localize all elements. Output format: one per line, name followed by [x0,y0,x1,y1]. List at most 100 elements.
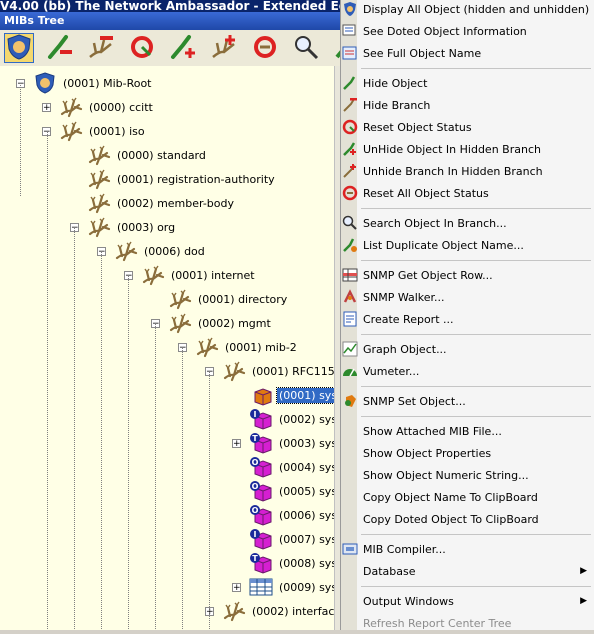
tree-node[interactable]: O (0006) sysL [232,503,334,527]
tree-node-label[interactable]: (0004) sysC [277,460,334,475]
menu-item-display-all-object-hidden-and-unhidden[interactable]: Display All Object (hidden and unhidden) [341,0,594,20]
menu-item-label: Output Windows [363,594,454,608]
menu-item-graph-object[interactable]: Graph Object... [341,338,594,360]
tree-node[interactable]: O (0004) sysC [232,455,334,479]
tree-node-label[interactable]: (0001) internet [169,268,257,283]
tree-node[interactable]: − (0001) Mib-Root [16,71,154,95]
menu-item-reset-object-status[interactable]: Reset Object Status [341,116,594,138]
menu-item-copy-object-name-to-clipboard[interactable]: Copy Object Name To ClipBoard [341,486,594,508]
tree-node-label[interactable]: (0006) sysL [277,508,334,523]
tree-node[interactable]: I (0002) sysO [232,407,334,431]
toolbar-hide-object-button[interactable] [45,33,75,63]
menu-item-label: Copy Object Name To ClipBoard [363,490,538,504]
tree-node-label[interactable]: (0001) directory [196,292,289,307]
reset-icon [128,33,156,64]
menu-item-reset-all-object-status[interactable]: Reset All Object Status [341,182,594,204]
submenu-arrow-icon: ▶ [580,566,587,576]
menu-item-mib-compiler[interactable]: MIB Compiler... [341,538,594,560]
menu-item-copy-doted-object-to-clipboard[interactable]: Copy Doted Object To ClipBoard [341,508,594,530]
tree-node[interactable]: O (0005) sysN [232,479,334,503]
tree-node-label[interactable]: (0001) Mib-Root [61,76,154,91]
toolbar-mib-root-button[interactable] [4,33,34,63]
tree-node[interactable]: − (0001) mib-2 [178,335,299,359]
tree-node-label[interactable]: (0009) sysO [277,580,334,595]
tree-node-label[interactable]: (0007) sysS [277,532,334,547]
tree-node-label[interactable]: (0001) iso [87,124,147,139]
tree-node[interactable]: T (0008) sysO [232,551,334,575]
menu-item-show-object-numeric-string[interactable]: Show Object Numeric String... [341,464,594,486]
branch-icon [87,144,111,166]
menu-item-unhide-object-in-hidden-branch[interactable]: UnHide Object In Hidden Branch [341,138,594,160]
menu-item-label: See Full Object Name [363,46,482,60]
menu-item-snmp-set-object[interactable]: SNMP Set Object... [341,390,594,412]
hide-branch-icon [342,97,358,113]
toolbar-hide-branch-button[interactable] [86,33,116,63]
tree-node[interactable]: −(0001) RFC1155- [205,359,334,383]
tree-node[interactable]: (0001) directory [151,287,289,311]
tree-node[interactable]: − (0006) dod [97,239,207,263]
expand-icon[interactable]: + [232,438,241,448]
menu-item-label: SNMP Set Object... [363,394,466,408]
tree-node[interactable]: − (0001) iso [42,119,147,143]
toolbar-search-button[interactable] [291,33,321,63]
tree-node[interactable]: I (0007) sysS [232,527,334,551]
cube-i-icon: I [249,528,273,550]
toolbar-reset-all-button[interactable] [250,33,280,63]
menu-item-show-object-properties[interactable]: Show Object Properties [341,442,594,464]
tree-node-label[interactable]: (0001) RFC1155- [250,364,334,379]
tree-guide-line [74,227,75,630]
tree-node[interactable]: (0002) member-body [70,191,236,215]
toolbar-unhide-object-button[interactable] [168,33,198,63]
tree-node[interactable]: − (0003) org [70,215,177,239]
expand-icon[interactable]: + [232,582,241,592]
menu-item-hide-branch[interactable]: Hide Branch [341,94,594,116]
menu-item-see-full-object-name[interactable]: See Full Object Name [341,42,594,64]
tree-node-label[interactable]: (0003) sysU [277,436,334,451]
full-name-icon [342,45,358,61]
menu-item-output-windows[interactable]: Output Windows ▶ [341,590,594,612]
toolbar-reset-button[interactable] [127,33,157,63]
tree-guide-line [128,275,129,630]
tree-node-label[interactable]: (0002) member-body [115,196,236,211]
tree-node-label[interactable]: (0000) standard [115,148,208,163]
tree-node-label[interactable]: (0002) sysO [277,412,334,427]
tree-node-label[interactable]: (0001) sysD [276,386,334,404]
menu-item-show-attached-mib-file[interactable]: Show Attached MIB File... [341,420,594,442]
menu-item-list-duplicate-object-name[interactable]: List Duplicate Object Name... [341,234,594,256]
tree-node[interactable]: (0000) standard [70,143,208,167]
tree-node[interactable]: − (0002) mgmt [151,311,273,335]
branch-icon [195,336,219,358]
tree-node-label[interactable]: (0000) ccitt [87,100,155,115]
menu-item-refresh-report-center-tree: Refresh Report Center Tree [341,612,594,634]
tree-node-label[interactable]: (0002) interfaces [250,604,334,619]
menu-item-vumeter[interactable]: Vumeter... [341,360,594,382]
expand-icon[interactable]: + [42,102,51,112]
menu-item-label: MIB Compiler... [363,542,446,556]
menu-item-hide-object[interactable]: Hide Object [341,72,594,94]
menu-item-see-doted-object-information[interactable]: See Doted Object Information [341,20,594,42]
tree-node[interactable]: + T (0003) sysU [232,431,334,455]
tree-node-label[interactable]: (0001) registration-authority [115,172,277,187]
tree-node-label[interactable]: (0006) dod [142,244,207,259]
tree-node-label[interactable]: (0008) sysO [277,556,334,571]
menu-item-create-report[interactable]: Create Report ... [341,308,594,330]
menu-item-snmp-walker[interactable]: SNMP Walker... [341,286,594,308]
menu-item-database[interactable]: Database ▶ [341,560,594,582]
tree-node[interactable]: (0001) sysD [232,383,334,407]
tree-node-label[interactable]: (0002) mgmt [196,316,273,331]
toolbar-unhide-branch-button[interactable] [209,33,239,63]
tree-node-label[interactable]: (0001) mib-2 [223,340,299,355]
tree-node[interactable]: (0001) registration-authority [70,167,277,191]
tree-node-label[interactable]: (0003) org [115,220,177,235]
tree-node[interactable]: − (0001) internet [124,263,257,287]
menu-item-snmp-get-object-row[interactable]: SNMP Get Object Row... [341,264,594,286]
branch-icon [87,192,111,214]
tree-guide-line [101,251,102,630]
menu-item-unhide-branch-in-hidden-branch[interactable]: Unhide Branch In Hidden Branch [341,160,594,182]
tree-node[interactable]: + (0000) ccitt [42,95,155,119]
tree-node[interactable]: + (0009) sysO [232,575,334,599]
tree-node[interactable]: +(0002) interfaces [205,599,334,623]
tree-node-label[interactable]: (0005) sysN [277,484,334,499]
menu-separator [361,386,591,387]
menu-item-search-object-in-branch[interactable]: Search Object In Branch... [341,212,594,234]
